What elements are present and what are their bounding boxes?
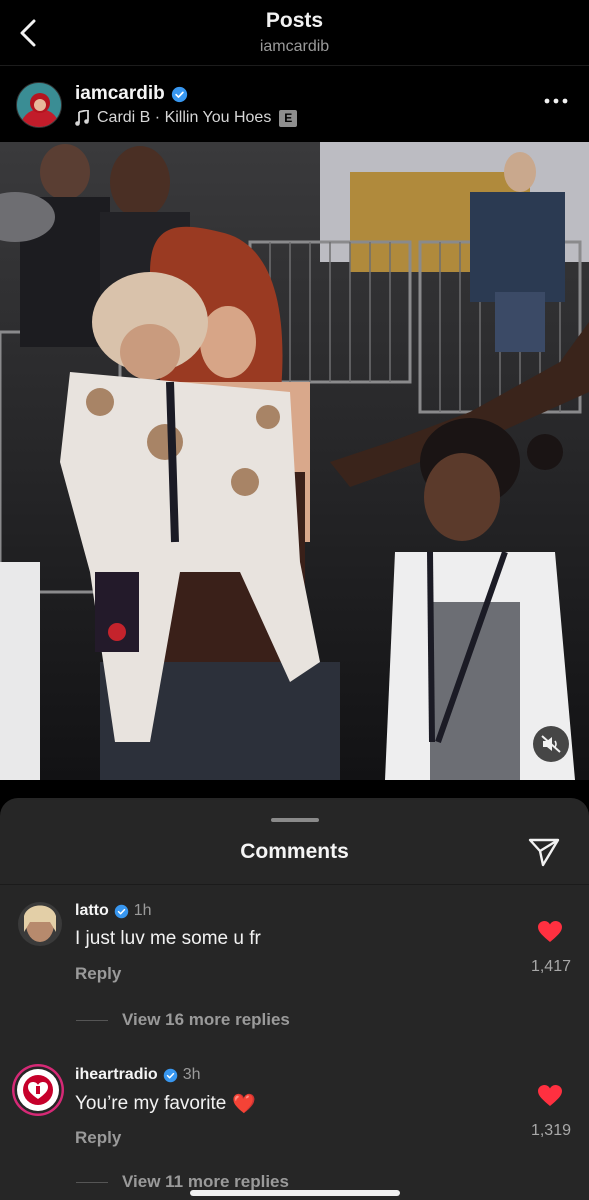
comment-time: 1h <box>133 902 152 919</box>
divider <box>76 1019 108 1021</box>
more-options-icon[interactable] <box>543 96 569 106</box>
song-link[interactable]: Cardi B · Killin You Hoes E <box>75 109 298 127</box>
reply-button[interactable]: Reply <box>75 1128 121 1148</box>
heart-emoji: ❤️ <box>232 1094 257 1115</box>
verified-badge-icon <box>114 904 129 918</box>
verified-badge-icon <box>163 1068 177 1082</box>
heart-filled-icon[interactable] <box>537 920 563 944</box>
post-username[interactable]: iamcardib <box>75 83 188 105</box>
comment-text: You’re my favorite <box>75 1093 227 1114</box>
heart-filled-icon[interactable] <box>537 1084 563 1108</box>
comment-username[interactable]: latto <box>75 902 109 920</box>
post-image <box>0 142 589 780</box>
music-note-icon <box>75 110 89 126</box>
avatar[interactable] <box>12 1064 64 1116</box>
verified-badge-icon <box>171 86 187 102</box>
explicit-badge: E <box>279 109 298 127</box>
send-icon[interactable] <box>527 836 561 868</box>
post-header: iamcardib Cardi B · Killin You Hoes E <box>0 66 589 142</box>
comment-text: I just luv me some u fr <box>75 928 261 949</box>
home-indicator[interactable] <box>190 1190 400 1196</box>
top-nav-bar: Posts iamcardib <box>0 0 589 66</box>
divider <box>0 884 589 885</box>
like-count: 1,319 <box>530 1122 571 1139</box>
page-title: Posts <box>265 9 324 32</box>
comment-username[interactable]: iheartradio <box>75 1066 158 1084</box>
reply-button[interactable]: Reply <box>75 964 121 984</box>
view-more-replies[interactable]: View 11 more replies <box>76 1172 289 1192</box>
avatar[interactable] <box>18 902 62 946</box>
avatar[interactable] <box>16 82 62 128</box>
song-title: Cardi B · Killin You Hoes <box>97 109 272 126</box>
page-subtitle: iamcardib <box>259 38 330 55</box>
comment-item: latto 1h I just luv me some u fr Reply 1… <box>0 902 589 1002</box>
view-more-replies[interactable]: View 16 more replies <box>76 1010 290 1030</box>
comments-title: Comments <box>240 840 349 863</box>
divider <box>76 1181 108 1183</box>
comments-sheet: Comments latto 1h I just luv me some u f… <box>0 798 589 1200</box>
post-photo[interactable] <box>0 142 589 780</box>
drag-handle[interactable] <box>271 818 319 822</box>
comment-time: 3h <box>182 1066 201 1083</box>
comment-item: iheartradio 3h You’re my favorite ❤️ Rep… <box>0 1064 589 1166</box>
like-count: 1,417 <box>530 958 571 975</box>
mute-button[interactable] <box>533 726 569 762</box>
speaker-muted-icon <box>541 735 561 753</box>
